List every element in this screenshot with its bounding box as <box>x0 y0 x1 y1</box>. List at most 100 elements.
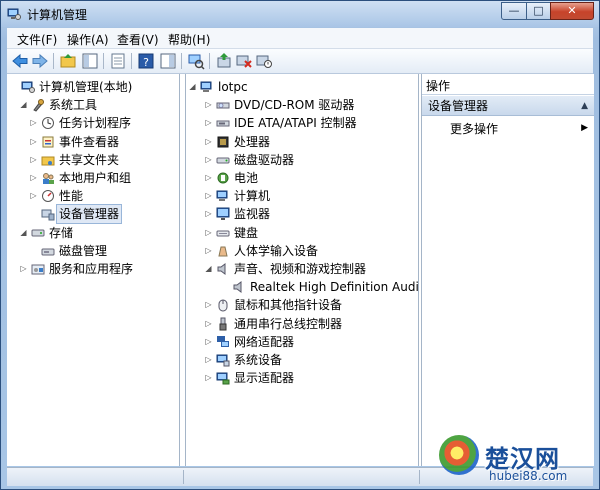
tree-item-label: IDE ATA/ATAPI 控制器 <box>234 116 357 131</box>
computer-management-icon <box>21 80 35 94</box>
svg-text:?: ? <box>143 56 149 69</box>
device-tree-item[interactable]: ◢ 声音、视频和游戏控制器 <box>186 260 418 278</box>
minimize-button[interactable]: — <box>501 2 527 20</box>
computer-icon <box>216 189 230 203</box>
device-tree-item[interactable]: ▷ 网络适配器 <box>186 333 418 351</box>
tree-item-label: 任务计划程序 <box>59 116 132 131</box>
event-viewer-icon <box>41 135 55 149</box>
expand-arrow-icon[interactable]: ▷ <box>204 205 213 223</box>
device-tree-item[interactable]: ▷ 系统设备 <box>186 351 418 369</box>
device-tree-item[interactable]: ▷ 电池 <box>186 169 418 187</box>
tree-item-label: 监视器 <box>234 207 271 222</box>
console-tree-item[interactable]: ▷ 服务和应用程序 <box>7 260 179 278</box>
collapse-arrow-icon[interactable]: ◢ <box>188 78 197 96</box>
scan-hardware-icon[interactable] <box>187 52 205 70</box>
console-tree-item[interactable]: 设备管理器 <box>7 204 179 225</box>
menu-help[interactable]: 帮助(H) <box>168 31 210 48</box>
toolbar-separator <box>131 53 132 69</box>
device-tree-item[interactable]: ▷ 磁盘驱动器 <box>186 151 418 169</box>
expand-arrow-icon[interactable]: ▷ <box>204 351 213 369</box>
console-tree-item[interactable]: 计算机管理(本地) <box>7 78 179 96</box>
expand-arrow-icon[interactable]: ▷ <box>204 333 213 351</box>
tree-item-label: 本地用户和组 <box>59 171 132 185</box>
expand-arrow-icon[interactable]: ▷ <box>204 315 213 333</box>
device-tree-item[interactable]: Realtek High Definition Audio <box>186 278 418 296</box>
menu-file[interactable]: 文件(F) <box>17 31 57 48</box>
device-tree-item[interactable]: ▷ 处理器 <box>186 133 418 151</box>
expand-arrow-icon[interactable]: ▷ <box>204 114 213 132</box>
expand-arrow-icon[interactable]: ▷ <box>204 242 213 260</box>
collapse-arrow-icon[interactable]: ◢ <box>19 224 28 242</box>
console-tree-item[interactable]: ◢ 存储 <box>7 224 179 242</box>
expand-arrow-icon[interactable]: ▷ <box>204 133 213 151</box>
tree-item-label: 声音、视频和游戏控制器 <box>234 262 367 276</box>
window-title: 计算机管理 <box>27 8 88 22</box>
uninstall-device-icon[interactable] <box>235 52 253 70</box>
device-tree-item[interactable]: ▷ 计算机 <box>186 187 418 205</box>
expand-arrow-icon[interactable]: ▷ <box>204 296 213 314</box>
update-driver-icon[interactable] <box>215 52 233 70</box>
sound-icon <box>216 262 230 276</box>
device-tree-item[interactable]: ▷ 通用串行总线控制器 <box>186 315 418 333</box>
device-tree-item[interactable]: ▷ 鼠标和其他指针设备 <box>186 296 418 314</box>
expand-arrow-icon[interactable]: ▷ <box>204 187 213 205</box>
device-tree-item[interactable]: ▷ 人体学输入设备 <box>186 242 418 260</box>
services-apps-icon <box>31 262 45 276</box>
expand-arrow-icon[interactable]: ▷ <box>29 114 38 132</box>
computer-icon <box>200 80 214 94</box>
show-hide-tree-icon[interactable] <box>81 52 99 70</box>
disable-device-icon[interactable] <box>255 52 273 70</box>
console-tree-item[interactable]: ▷ 事件查看器 <box>7 133 179 151</box>
expand-arrow-icon[interactable]: ▷ <box>204 369 213 387</box>
expand-arrow-icon[interactable]: ▷ <box>19 260 28 278</box>
maximize-button[interactable]: □ <box>526 2 551 20</box>
console-tree-item[interactable]: ▷ 共享文件夹 <box>7 151 179 169</box>
collapse-up-icon[interactable]: ▲ <box>581 96 588 116</box>
properties-icon[interactable] <box>109 52 127 70</box>
device-list-pane[interactable]: ◢ lotpc ▷ DVD/CD-ROM 驱动器 ▷ IDE ATA/ATAPI 控制器 ▷… <box>185 74 419 466</box>
watermark-logo-icon <box>439 435 479 475</box>
console-tree-item[interactable]: ◢ 系统工具 <box>7 96 179 114</box>
tree-item-label: 键盘 <box>234 225 259 240</box>
collapse-arrow-icon[interactable]: ◢ <box>204 260 213 278</box>
expand-arrow-icon[interactable]: ▷ <box>204 151 213 169</box>
menu-action[interactable]: 操作(A) <box>67 31 109 48</box>
forward-arrow-icon[interactable] <box>31 52 49 70</box>
console-tree-item[interactable]: ▷ 性能 <box>7 187 179 205</box>
expand-arrow-icon[interactable]: ▷ <box>29 169 38 187</box>
help-icon[interactable]: ? <box>137 52 155 70</box>
device-tree-item[interactable]: ▷ IDE ATA/ATAPI 控制器 <box>186 114 418 132</box>
speaker-icon <box>232 280 246 294</box>
collapse-arrow-icon[interactable]: ◢ <box>19 96 28 114</box>
title-bar[interactable]: 计算机管理 — □ ✕ <box>1 1 599 27</box>
console-tree-pane[interactable]: 计算机管理(本地) ◢ 系统工具 ▷ 任务计划程序 ▷ 事件查看器 ▷ 共享文件夹 ▷ 本地用户和组… <box>7 74 180 466</box>
submenu-arrow-icon[interactable]: ▶ <box>581 123 588 133</box>
performance-icon <box>41 189 55 203</box>
toolbar-separator <box>53 53 54 69</box>
expand-arrow-icon[interactable]: ▷ <box>29 133 38 151</box>
expand-arrow-icon[interactable]: ▷ <box>204 96 213 114</box>
expand-arrow-icon[interactable]: ▷ <box>29 187 38 205</box>
device-tree-item[interactable]: ▷ 监视器 <box>186 205 418 223</box>
tree-item-label: 系统工具 <box>49 98 98 113</box>
console-tree-item[interactable]: ▷ 本地用户和组 <box>7 169 179 187</box>
expand-arrow-icon[interactable]: ▷ <box>29 151 38 169</box>
more-actions-link[interactable]: 更多操作 <box>450 120 498 138</box>
device-tree-item[interactable]: ▷ 键盘 <box>186 224 418 242</box>
status-separator <box>419 470 420 484</box>
console-tree-item[interactable]: 磁盘管理 <box>7 242 179 260</box>
expand-arrow-icon[interactable]: ▷ <box>204 224 213 242</box>
up-folder-icon[interactable] <box>59 52 77 70</box>
device-tree-item[interactable]: ▷ DVD/CD-ROM 驱动器 <box>186 96 418 114</box>
device-tree-item[interactable]: ◢ lotpc <box>186 78 418 96</box>
console-tree-item[interactable]: ▷ 任务计划程序 <box>7 114 179 132</box>
actions-section-device-manager[interactable]: 设备管理器 ▲ <box>422 96 594 116</box>
battery-icon <box>216 171 230 185</box>
show-action-pane-icon[interactable] <box>159 52 177 70</box>
expand-arrow-icon[interactable]: ▷ <box>204 169 213 187</box>
menu-view[interactable]: 查看(V) <box>117 31 159 48</box>
tree-item-label: 事件查看器 <box>59 134 120 149</box>
back-arrow-icon[interactable] <box>11 52 29 70</box>
device-tree-item[interactable]: ▷ 显示适配器 <box>186 369 418 387</box>
close-button[interactable]: ✕ <box>550 2 594 20</box>
